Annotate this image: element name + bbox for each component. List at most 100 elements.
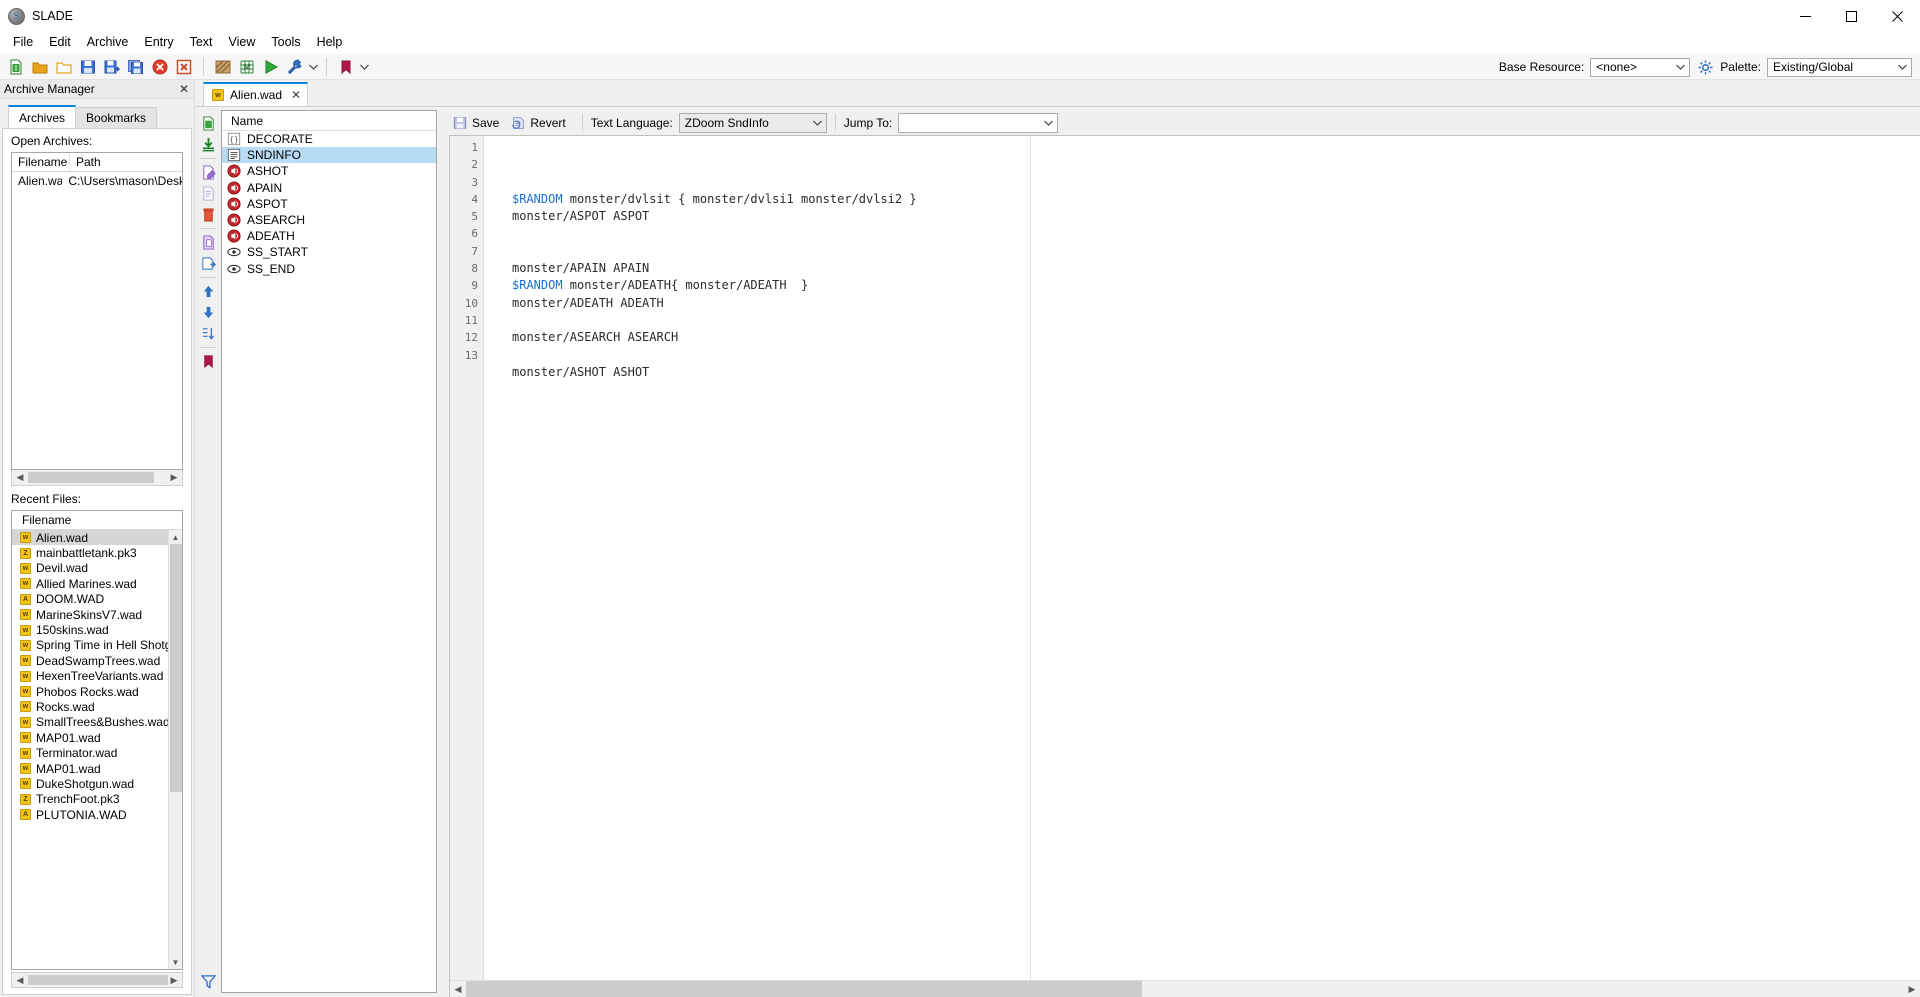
list-item[interactable]: MAP01.wad <box>12 730 168 745</box>
list-item[interactable]: ASHOT <box>222 163 436 179</box>
list-item[interactable]: 150skins.wad <box>12 622 168 637</box>
menu-tools[interactable]: Tools <box>263 33 308 53</box>
minimize-button[interactable] <box>1782 0 1828 32</box>
list-item[interactable]: DukeShotgun.wad <box>12 776 168 791</box>
list-item[interactable]: HexenTreeVariants.wad <box>12 669 168 684</box>
bookmarks-icon[interactable] <box>334 56 357 78</box>
menu-edit[interactable]: Edit <box>41 33 79 53</box>
new-entry-icon[interactable] <box>197 113 219 134</box>
close-icon[interactable]: ✕ <box>291 88 301 102</box>
open-archives-hscrollbar[interactable]: ◀ ▶ <box>11 470 183 486</box>
list-item[interactable]: MarineSkinsV7.wad <box>12 607 168 622</box>
run-icon[interactable] <box>259 56 282 78</box>
close-all-icon[interactable] <box>172 56 195 78</box>
revert-button[interactable]: Revert <box>507 114 573 132</box>
menu-archive[interactable]: Archive <box>79 33 137 53</box>
texture-editor-icon[interactable] <box>211 56 234 78</box>
edit-entry-icon[interactable] <box>197 183 219 204</box>
recent-files-hscrollbar[interactable]: ◀ ▶ <box>11 972 183 988</box>
text-language-select[interactable]: ZDoom SndInfo <box>678 112 827 133</box>
import-entry-icon[interactable] <box>197 134 219 155</box>
paste-entry-icon[interactable] <box>197 253 219 274</box>
list-item[interactable]: {} DECORATE <box>222 131 436 147</box>
recent-files-list[interactable]: Filename Alien.wadmainbattletank.pk3Devi… <box>11 510 183 970</box>
scroll-right-icon[interactable]: ▶ <box>166 472 182 483</box>
list-item[interactable]: SS_START <box>222 244 436 260</box>
maximize-button[interactable] <box>1828 0 1874 32</box>
list-item[interactable]: ASEARCH <box>222 212 436 228</box>
jump-to-select[interactable] <box>898 112 1059 133</box>
close-archive-icon[interactable] <box>148 56 171 78</box>
list-item[interactable]: Terminator.wad <box>12 745 168 760</box>
scroll-left-icon[interactable]: ◀ <box>12 472 28 483</box>
move-up-icon[interactable] <box>197 281 219 302</box>
open-archive-icon[interactable] <box>28 56 51 78</box>
menu-entry[interactable]: Entry <box>136 33 181 53</box>
code-hscrollbar[interactable]: ◀ ▶ <box>450 980 1920 997</box>
list-item[interactable]: ASPOT <box>222 196 436 212</box>
hscroll-thumb[interactable] <box>28 472 154 483</box>
code-hscroll-thumb[interactable] <box>466 981 1142 997</box>
scroll-left-icon[interactable]: ◀ <box>450 984 466 995</box>
bookmark-icon[interactable] <box>197 351 219 372</box>
scroll-right-icon[interactable]: ▶ <box>166 975 182 986</box>
list-item[interactable]: SNDINFO <box>222 147 436 164</box>
list-item[interactable]: APAIN <box>222 180 436 196</box>
menu-view[interactable]: View <box>221 33 264 53</box>
hscroll-track[interactable] <box>28 975 168 985</box>
delete-entry-icon[interactable] <box>197 204 219 225</box>
list-item[interactable]: mainbattletank.pk3 <box>12 545 168 560</box>
code-body[interactable]: 1 2 3 4 5 6 7 8 9 10 11 12 13 $RANDOM monster/dvlsit… <box>450 136 1920 980</box>
tab-alien-wad[interactable]: Alien.wad ✕ <box>203 82 309 106</box>
palette-select[interactable]: Existing/Global <box>1767 57 1912 77</box>
recent-files-vscrollbar[interactable]: ▲ ▼ <box>168 530 182 969</box>
rename-entry-icon[interactable] <box>197 162 219 183</box>
list-item[interactable]: Phobos Rocks.wad <box>12 684 168 699</box>
list-item[interactable]: SS_END <box>222 261 436 277</box>
filter-icon[interactable] <box>195 974 221 989</box>
scroll-left-icon[interactable]: ◀ <box>12 975 28 986</box>
scroll-right-icon[interactable]: ▶ <box>1904 984 1920 995</box>
base-resource-select[interactable]: <none> <box>1590 57 1691 77</box>
vscroll-thumb[interactable] <box>169 544 182 792</box>
list-item[interactable]: Rocks.wad <box>12 699 168 714</box>
save-as-icon[interactable] <box>100 56 123 78</box>
list-item[interactable]: TrenchFoot.pk3 <box>12 792 168 807</box>
vscroll-track[interactable] <box>169 544 183 955</box>
scroll-down-icon[interactable]: ▼ <box>169 955 183 969</box>
preferences-wrench-icon[interactable] <box>283 56 306 78</box>
scroll-up-icon[interactable]: ▲ <box>169 530 183 544</box>
menu-file[interactable]: File <box>5 33 41 53</box>
list-item[interactable]: SmallTrees&Bushes.wad <box>12 715 170 730</box>
hscroll-track[interactable] <box>28 472 166 483</box>
list-item[interactable]: Spring Time in Hell Shotgun.wa <box>12 638 182 653</box>
menu-text[interactable]: Text <box>182 33 221 53</box>
list-item[interactable]: PLUTONIA.WAD <box>12 807 168 822</box>
tab-archives[interactable]: Archives <box>8 105 77 128</box>
open-archives-list[interactable]: Filename Path Alien.wad C:\Users\mason\D… <box>11 152 183 470</box>
close-icon[interactable]: ✕ <box>174 82 194 96</box>
list-item[interactable]: DeadSwampTrees.wad <box>12 653 168 668</box>
list-item[interactable]: DOOM.WAD <box>12 592 168 607</box>
bookmarks-chevron-down-icon[interactable] <box>358 56 370 78</box>
save-button[interactable]: Save <box>449 114 507 132</box>
code-text[interactable]: $RANDOM monster/dvlsit { monster/dvlsi1 … <box>484 136 1920 980</box>
code-editor[interactable]: 1 2 3 4 5 6 7 8 9 10 11 12 13 $RANDOM monster/dvlsit… <box>449 135 1920 997</box>
tab-bookmarks[interactable]: Bookmarks <box>75 107 158 128</box>
hscroll-thumb[interactable] <box>28 975 168 985</box>
sort-icon[interactable] <box>197 323 219 344</box>
list-item[interactable]: ADEATH <box>222 228 436 244</box>
map-editor-icon[interactable]: M <box>235 56 258 78</box>
copy-entry-icon[interactable] <box>197 232 219 253</box>
save-all-icon[interactable] <box>124 56 147 78</box>
gear-icon[interactable] <box>1696 58 1714 76</box>
move-down-icon[interactable] <box>197 302 219 323</box>
save-archive-icon[interactable] <box>76 56 99 78</box>
table-row[interactable]: Alien.wad C:\Users\mason\Desktop <box>12 172 182 189</box>
list-item[interactable]: Devil.wad <box>12 561 168 576</box>
close-button[interactable] <box>1874 0 1920 32</box>
list-item[interactable]: MAP01.wad <box>12 761 168 776</box>
list-item[interactable]: Allied Marines.wad <box>12 576 168 591</box>
preferences-chevron-down-icon[interactable] <box>307 56 319 78</box>
open-directory-icon[interactable] <box>52 56 75 78</box>
